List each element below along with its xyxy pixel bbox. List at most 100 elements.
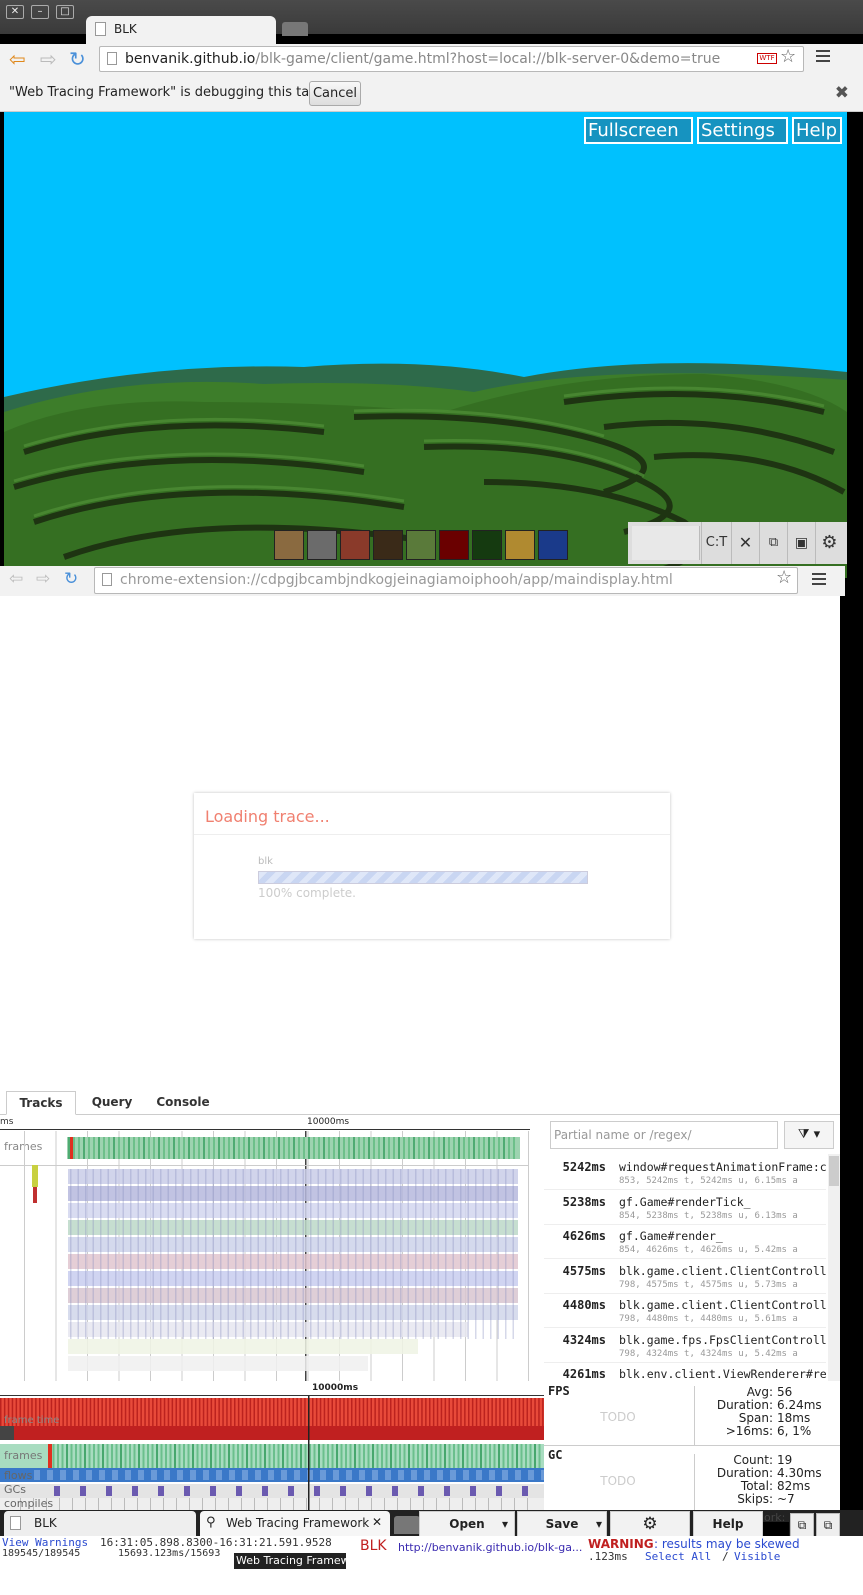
- block-slot[interactable]: [274, 530, 304, 560]
- tab-blk[interactable]: BLK: [86, 16, 276, 44]
- frame-mark: [255, 1444, 257, 1468]
- frame-time-spike: [144, 1398, 146, 1426]
- zone-stripe: [77, 1169, 79, 1339]
- chat-input[interactable]: [632, 526, 700, 560]
- frame-mark: [298, 1137, 300, 1159]
- flow-mark: [242, 1470, 248, 1480]
- fps-span: 18ms: [777, 1411, 811, 1425]
- frame-mark: [430, 1444, 433, 1468]
- frame-mark: [268, 1444, 271, 1468]
- minimize-window-button[interactable]: –: [31, 5, 49, 19]
- settings-gear-button[interactable]: ⚙: [610, 1511, 690, 1537]
- new-tab-button[interactable]: [282, 22, 308, 36]
- duration-text: 15693.123ms/15693: [118, 1548, 221, 1559]
- tab-tracks[interactable]: Tracks: [6, 1091, 76, 1115]
- game-canvas[interactable]: Fullscreen Settings Help C:T ✕ ⧉ ▣ ⚙: [4, 112, 847, 578]
- loading-progress-bar: [258, 871, 588, 884]
- reload-icon[interactable]: ↻: [64, 569, 78, 589]
- query-row[interactable]: 5238ms gf.Game#renderTick_ 854, 5238ms t, …: [544, 1191, 826, 1225]
- frame-time-spike: [70, 1398, 72, 1426]
- bottom-tab-wtf[interactable]: ⚲ Web Tracing Framework ✕: [200, 1511, 390, 1536]
- maximize-window-button[interactable]: □: [56, 5, 74, 19]
- frame-mark: [457, 1444, 460, 1468]
- menu-icon[interactable]: [812, 573, 826, 587]
- back-arrow-icon[interactable]: ⇦: [9, 569, 23, 589]
- query-row[interactable]: 4575ms blk.game.client.ClientControll 798,…: [544, 1260, 826, 1294]
- frame-time-spike: [319, 1398, 322, 1426]
- visible-link[interactable]: Visible: [734, 1550, 780, 1563]
- close-icon[interactable]: ✕: [372, 1515, 382, 1529]
- save-icon[interactable]: ▣: [787, 522, 815, 564]
- forward-arrow-icon[interactable]: ⇨: [36, 569, 50, 589]
- zone-stripe: [107, 1169, 109, 1339]
- select-all-link[interactable]: Select All: [645, 1550, 711, 1563]
- bookmark-star-icon[interactable]: ☆: [780, 46, 796, 67]
- close-icon[interactable]: ✕: [731, 522, 759, 564]
- frame-mark: [108, 1137, 110, 1159]
- frame-mark: [343, 1137, 345, 1159]
- tab-title: BLK: [114, 22, 137, 36]
- frame-mark: [367, 1444, 370, 1468]
- frame-mark: [300, 1444, 302, 1468]
- tab-query[interactable]: Query: [80, 1091, 144, 1115]
- gear-icon[interactable]: ⚙: [815, 522, 843, 564]
- popout-icon[interactable]: ⧉: [759, 522, 787, 564]
- fullscreen-button[interactable]: Fullscreen: [584, 117, 693, 144]
- block-slot[interactable]: [373, 530, 403, 560]
- gc-values: Count: 19 Duration: 4.30ms Total: 82ms Skip…: [694, 1454, 840, 1514]
- block-slot[interactable]: [307, 530, 337, 560]
- overview-panel[interactable]: 10000ms 1000ms2000ms3000ms4000ms5000ms60…: [0, 1382, 544, 1512]
- save-button[interactable]: Save ▾: [517, 1511, 607, 1537]
- row-name: blk.game.fps.FpsClientControll: [619, 1332, 826, 1347]
- query-row[interactable]: 4626ms gf.Game#render_ 854, 4626ms t, 4626…: [544, 1225, 826, 1259]
- frame-time-spike: [140, 1398, 142, 1426]
- wtf-extension-icon[interactable]: WTF: [757, 53, 777, 64]
- frame-time-spike: [471, 1398, 474, 1426]
- block-slot[interactable]: [439, 530, 469, 560]
- zone-stripe: [512, 1169, 514, 1339]
- address-bar[interactable]: benvanik.github.io/blk-game/client/game.…: [99, 46, 804, 72]
- frame-mark: [288, 1137, 290, 1159]
- frame-mark: [358, 1444, 361, 1468]
- query-row[interactable]: 5242ms window#requestAnimationFrame:c 853,…: [544, 1156, 826, 1190]
- popout-icon[interactable]: ⧉: [816, 1513, 840, 1537]
- query-row[interactable]: 4480ms blk.game.client.ClientControll 798,…: [544, 1294, 826, 1328]
- settings-button[interactable]: Settings: [697, 117, 788, 144]
- frame-mark: [93, 1137, 95, 1159]
- bottom-tab-blk[interactable]: BLK: [4, 1511, 196, 1536]
- address-bar-2[interactable]: chrome-extension://cdpgjbcambjndkogjeina…: [94, 567, 798, 594]
- new-tab-button[interactable]: [394, 1516, 420, 1534]
- blk-link[interactable]: http://benvanik.github.io/blk-ga...: [398, 1541, 582, 1554]
- block-slot[interactable]: [538, 530, 568, 560]
- block-slot[interactable]: [472, 530, 502, 560]
- reload-icon[interactable]: ↻: [69, 49, 86, 69]
- cancel-button[interactable]: Cancel: [309, 81, 361, 106]
- forward-arrow-icon[interactable]: ⇨: [40, 49, 57, 69]
- frame-mark: [336, 1444, 338, 1468]
- block-slot[interactable]: [505, 530, 535, 560]
- wtf-help-button[interactable]: Help: [693, 1511, 763, 1537]
- frame-time-spike: [436, 1398, 439, 1426]
- menu-icon[interactable]: [816, 50, 830, 64]
- block-slot[interactable]: [406, 530, 436, 560]
- tracks-panel[interactable]: ms 10000ms frames: [0, 1116, 530, 1381]
- popout-icon[interactable]: ⧉: [790, 1513, 814, 1537]
- frame-mark: [268, 1137, 270, 1159]
- block-slot[interactable]: [340, 530, 370, 560]
- list-scrollbar[interactable]: [828, 1154, 840, 1381]
- filter-button[interactable]: ⧩ ▾: [784, 1121, 834, 1149]
- search-input[interactable]: Partial name or /regex/: [550, 1121, 778, 1149]
- close-icon[interactable]: ✖: [835, 83, 849, 103]
- query-row[interactable]: 4324ms blk.game.fps.FpsClientControll 798,…: [544, 1329, 826, 1363]
- tool-label[interactable]: C:T: [701, 522, 731, 564]
- zone-stripe: [467, 1169, 469, 1339]
- chevron-down-icon: ▾: [595, 1517, 602, 1531]
- open-button[interactable]: Open ▾: [419, 1511, 515, 1537]
- bookmark-star-icon[interactable]: ☆: [776, 567, 792, 588]
- scrollbar-thumb[interactable]: [829, 1156, 839, 1186]
- help-button[interactable]: Help: [792, 117, 842, 144]
- close-window-button[interactable]: ✕: [6, 5, 24, 19]
- flow-mark: [463, 1470, 469, 1480]
- tab-console[interactable]: Console: [150, 1091, 216, 1115]
- back-arrow-icon[interactable]: ⇦: [9, 49, 26, 69]
